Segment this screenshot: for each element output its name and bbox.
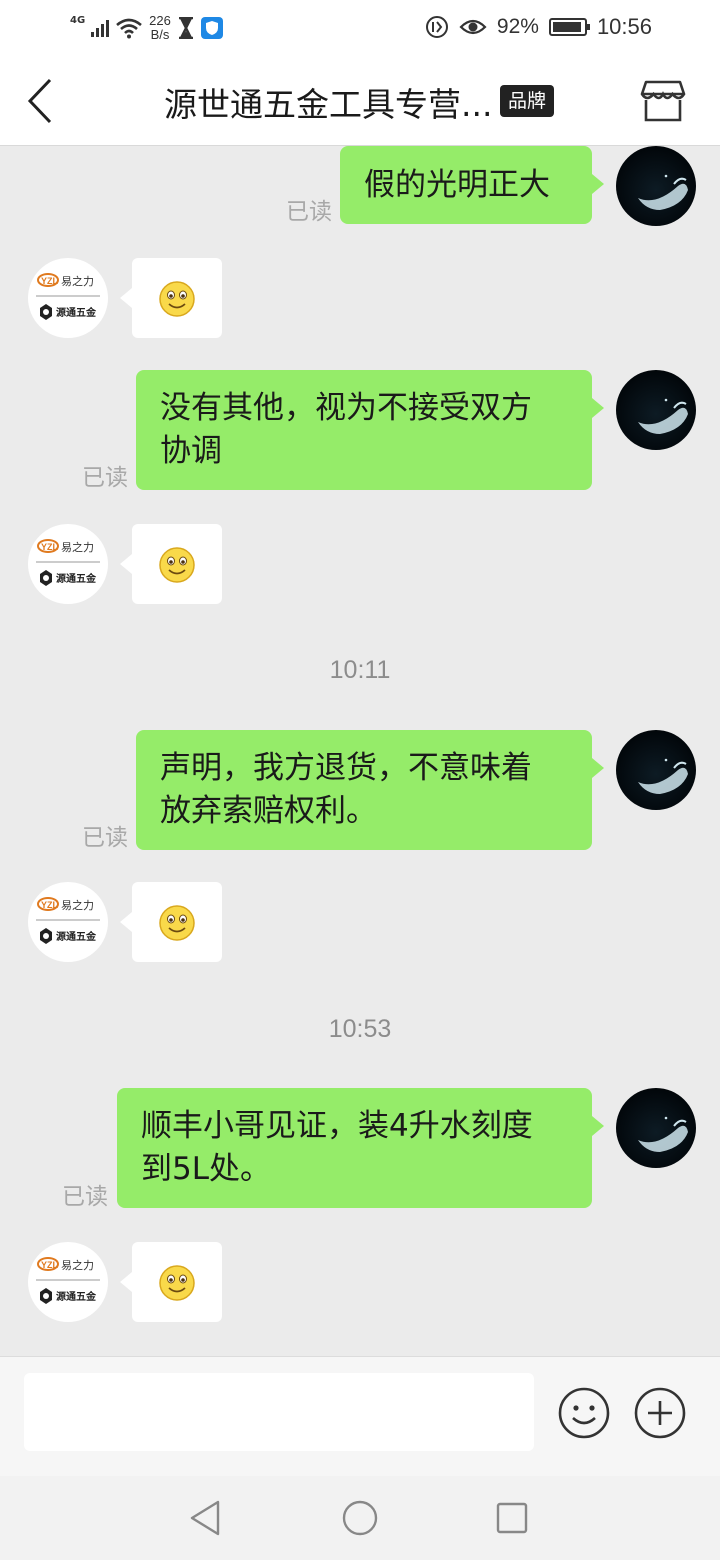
svg-text:YZL: YZL xyxy=(41,1260,59,1270)
wifi-icon xyxy=(116,18,143,39)
data-saver-icon xyxy=(425,16,448,38)
message-line: 协调 xyxy=(160,433,222,469)
avatar-shop[interactable]: YZL 易之力 源通五金 xyxy=(28,524,108,604)
message-bubble-self[interactable]: 声明，我方退货，不意味着 放弃索赔权利。 xyxy=(136,730,604,850)
speed-unit: B/s xyxy=(150,27,170,42)
message-line: 到5L处。 xyxy=(141,1151,271,1187)
avatar-shop[interactable]: YZL 易之力 源通五金 xyxy=(28,258,108,338)
chat-header: 源世通五金工具专营... 品牌 xyxy=(0,56,720,146)
input-bar xyxy=(0,1356,720,1476)
message-line: 声明，我方退货，不意味着 xyxy=(160,750,532,786)
message-line: 顺丰小哥见证，装4升水刻度 xyxy=(141,1108,533,1144)
brand-badge: 品牌 xyxy=(500,85,555,117)
nav-home-button[interactable] xyxy=(340,1498,380,1538)
plus-circle-icon xyxy=(634,1387,686,1439)
smiley-emoji-icon xyxy=(159,281,195,317)
battery-percent: 92% xyxy=(496,15,539,38)
clock: 10:56 xyxy=(596,14,652,39)
svg-text:易之力: 易之力 xyxy=(61,540,94,554)
chat-messages[interactable]: 已读 假的光明正大 YZL 易之力 源通五金 已读 没有其他，视为不接受双方 协… xyxy=(0,146,720,1356)
battery-icon xyxy=(548,18,590,36)
back-button[interactable] xyxy=(22,76,66,126)
svg-text:源通五金: 源通五金 xyxy=(56,306,97,319)
nav-recents-button[interactable] xyxy=(492,1498,532,1538)
whale-avatar-icon xyxy=(638,758,688,794)
message-bubble-shop[interactable] xyxy=(120,882,222,962)
message-text: 假的光明正大 xyxy=(364,167,550,203)
shop-logo-icon: YZL 易之力 源通五金 xyxy=(36,539,100,586)
svg-text:易之力: 易之力 xyxy=(61,898,94,912)
status-left: 4G 226 B/s xyxy=(70,12,223,44)
avatar-shop[interactable]: YZL 易之力 源通五金 xyxy=(28,1242,108,1322)
nav-back-button[interactable] xyxy=(186,1498,226,1538)
square-recents-icon xyxy=(496,1502,528,1534)
shield-app-icon xyxy=(200,17,223,39)
network-type: 4G xyxy=(70,14,86,26)
more-button[interactable] xyxy=(632,1385,688,1441)
message-timestamp: 10:53 xyxy=(328,1015,392,1043)
svg-text:易之力: 易之力 xyxy=(61,1258,94,1272)
avatar-self[interactable] xyxy=(616,730,696,810)
svg-text:YZL: YZL xyxy=(41,542,59,552)
message-bubble-shop[interactable] xyxy=(120,258,222,338)
svg-text:YZL: YZL xyxy=(41,276,59,286)
status-bar: 4G 226 B/s 92% 10:56 xyxy=(0,0,720,56)
whale-avatar-icon xyxy=(638,1116,688,1152)
message-input[interactable] xyxy=(24,1373,534,1451)
svg-text:YZL: YZL xyxy=(41,900,59,910)
message-line: 没有其他，视为不接受双方 xyxy=(160,390,532,426)
message-bubble-self[interactable]: 没有其他，视为不接受双方 协调 xyxy=(136,370,604,490)
message-line: 放弃索赔权利。 xyxy=(160,793,377,829)
smiley-emoji-icon xyxy=(159,547,195,583)
signal-icon xyxy=(91,19,110,37)
message-timestamp: 10:11 xyxy=(329,656,391,684)
triangle-back-icon xyxy=(190,1500,220,1536)
smiley-icon xyxy=(558,1387,610,1439)
emoji-button[interactable] xyxy=(556,1385,612,1441)
status-right: 92% 10:56 xyxy=(425,14,652,40)
system-nav-bar xyxy=(0,1476,720,1560)
message-bubble-self[interactable]: 假的光明正大 xyxy=(340,146,604,224)
read-receipt: 已读 xyxy=(82,825,128,851)
read-receipt: 已读 xyxy=(82,465,128,491)
svg-text:源通五金: 源通五金 xyxy=(56,930,97,943)
eye-comfort-icon xyxy=(459,19,487,35)
shop-logo-icon: YZL 易之力 源通五金 xyxy=(36,897,100,944)
read-receipt: 已读 xyxy=(286,199,332,225)
message-bubble-self[interactable]: 顺丰小哥见证，装4升水刻度 到5L处。 xyxy=(117,1088,604,1208)
message-bubble-shop[interactable] xyxy=(120,1242,222,1322)
smiley-emoji-icon xyxy=(159,905,195,941)
avatar-self[interactable] xyxy=(616,146,696,226)
shop-logo-icon: YZL 易之力 源通五金 xyxy=(36,1257,100,1304)
network-speed: 226 B/s xyxy=(149,14,171,42)
circle-home-icon xyxy=(342,1500,378,1536)
svg-text:源通五金: 源通五金 xyxy=(56,1290,97,1303)
read-receipt: 已读 xyxy=(62,1184,108,1210)
shop-logo-icon: YZL 易之力 源通五金 xyxy=(36,273,100,320)
whale-avatar-icon xyxy=(638,398,688,434)
speed-value: 226 xyxy=(149,13,171,28)
avatar-self[interactable] xyxy=(616,370,696,450)
whale-avatar-icon xyxy=(638,174,688,210)
svg-text:源通五金: 源通五金 xyxy=(56,572,97,585)
avatar-shop[interactable]: YZL 易之力 源通五金 xyxy=(28,882,108,962)
page-title: 源世通五金工具专营... xyxy=(164,85,493,124)
hourglass-icon xyxy=(178,17,193,39)
message-bubble-shop[interactable] xyxy=(120,524,222,604)
store-button[interactable] xyxy=(638,76,688,126)
avatar-self[interactable] xyxy=(616,1088,696,1168)
store-icon xyxy=(640,80,686,122)
chevron-left-icon xyxy=(27,78,52,124)
svg-text:易之力: 易之力 xyxy=(61,274,94,288)
smiley-emoji-icon xyxy=(159,1265,195,1301)
